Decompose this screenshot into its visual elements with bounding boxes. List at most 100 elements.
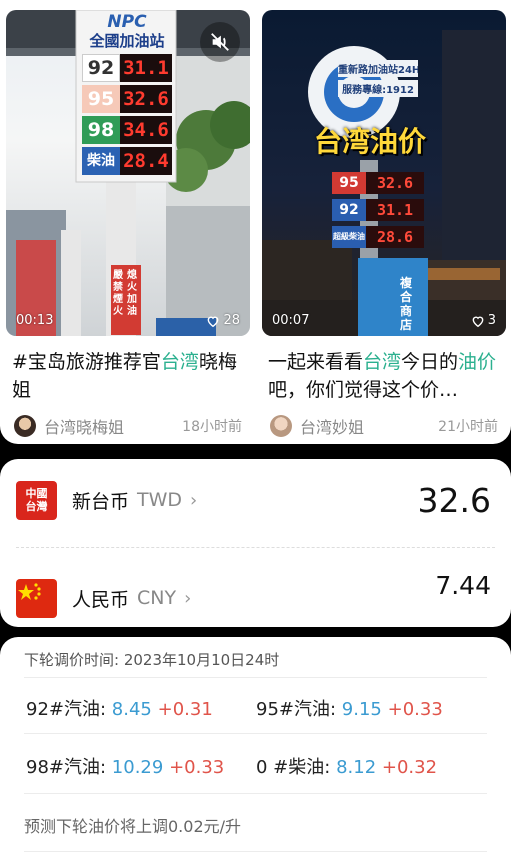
currency-value[interactable]: 32.6 bbox=[418, 481, 491, 520]
chevron-right-icon: › bbox=[184, 587, 192, 609]
sign-row: 超級柴油 28.6 bbox=[332, 226, 424, 248]
sign-price: 32.6 bbox=[366, 172, 424, 194]
currency-row-cny[interactable]: 人民币 CNY › 7.44 bbox=[0, 563, 511, 633]
oil-price-item: 95#汽油: 9.15 +0.33 bbox=[256, 695, 443, 721]
sign-row: 柴油 28.4 bbox=[82, 147, 172, 175]
exchange-rate-panel: 中國台灣 新台币 TWD › 32.6 人民币 CNY › 7.44 bbox=[0, 459, 511, 627]
divider bbox=[24, 851, 487, 852]
title-text: 今日的 bbox=[401, 351, 459, 373]
like-count[interactable]: 28 bbox=[206, 313, 240, 328]
sign-row: 98 34.6 bbox=[82, 116, 172, 144]
shop-sign: 複合商店 bbox=[400, 276, 413, 332]
currency-row-twd[interactable]: 中國台灣 新台币 TWD › 32.6 bbox=[0, 465, 511, 535]
divider bbox=[24, 793, 487, 794]
no-fire-sign-2: 熄火加油 bbox=[127, 270, 137, 317]
avatar[interactable] bbox=[270, 415, 292, 437]
chevron-right-icon: › bbox=[190, 489, 198, 511]
video-thumbnail[interactable]: NPC 全國加油站 92 31.1 95 32.6 98 34.6 柴油 28.… bbox=[6, 10, 250, 336]
no-fire-sign: 嚴禁煙火 bbox=[113, 270, 123, 317]
sign-price: 32.6 bbox=[120, 85, 172, 113]
avatar[interactable] bbox=[14, 415, 36, 437]
oil-price-item: 92#汽油: 8.45 +0.31 bbox=[26, 695, 213, 721]
oil-price-item: 98#汽油: 10.29 +0.33 bbox=[26, 753, 224, 779]
star-icon bbox=[18, 582, 41, 600]
sign-price: 31.1 bbox=[120, 54, 172, 82]
title-text: #宝岛旅游推荐官 bbox=[12, 351, 161, 373]
sign-price: 28.6 bbox=[366, 226, 424, 248]
fuel-label: 95#汽油: bbox=[256, 699, 337, 720]
fuel-delta: +0.32 bbox=[381, 757, 438, 778]
video-meta: 台湾晓梅姐 18小时前 bbox=[6, 414, 250, 438]
sign-grade: 98 bbox=[82, 116, 120, 144]
video-feed: NPC 全國加油站 92 31.1 95 32.6 98 34.6 柴油 28.… bbox=[0, 0, 511, 444]
oil-price-panel: 下轮调价时间: 2023年10月10日24时 92#汽油: 8.45 +0.31… bbox=[0, 637, 511, 863]
fuel-price: 10.29 bbox=[111, 757, 164, 778]
sign-row: 92 31.1 bbox=[332, 199, 424, 221]
video-duration: 00:07 bbox=[272, 313, 310, 328]
fuel-label: 0 #柴油: bbox=[256, 757, 331, 778]
video-duration: 00:13 bbox=[16, 313, 54, 328]
sign-price: 28.4 bbox=[120, 147, 172, 175]
sign-grade: 超級柴油 bbox=[332, 226, 366, 248]
author-name[interactable]: 台湾妙姐 bbox=[300, 414, 438, 438]
mute-button[interactable] bbox=[200, 22, 240, 62]
video-thumbnail[interactable]: 重新路加油站24H 服務專線:1912 台湾油价 95 32.6 92 31.1… bbox=[262, 10, 506, 336]
sign-row: 92 31.1 bbox=[82, 54, 172, 82]
gas-price-sign: 95 32.6 92 31.1 超級柴油 28.6 bbox=[332, 172, 424, 248]
currency-code: CNY bbox=[137, 587, 177, 609]
like-count[interactable]: 3 bbox=[471, 313, 496, 328]
divider bbox=[24, 677, 487, 678]
price-forecast: 预测下轮油价将上调0.02元/升 bbox=[24, 817, 242, 836]
sign-brand: NPC bbox=[107, 12, 147, 32]
sign-grade: 柴油 bbox=[82, 147, 120, 175]
currency-selector[interactable]: 新台币 TWD › bbox=[72, 487, 197, 514]
currency-name: 新台币 bbox=[72, 490, 130, 513]
flag-text: 中國台灣 bbox=[25, 487, 48, 513]
currency-name: 人民币 bbox=[72, 588, 130, 611]
fuel-label: 98#汽油: bbox=[26, 757, 107, 778]
title-keyword[interactable]: 台湾 bbox=[161, 351, 199, 373]
next-adjust-time: 下轮调价时间: 2023年10月10日24时 bbox=[24, 651, 280, 669]
video-card[interactable]: NPC 全國加油站 92 31.1 95 32.6 98 34.6 柴油 28.… bbox=[6, 10, 250, 444]
video-card[interactable]: 重新路加油站24H 服務專線:1912 台湾油价 95 32.6 92 31.1… bbox=[262, 10, 506, 444]
divider bbox=[16, 547, 495, 548]
fuel-delta: +0.31 bbox=[157, 699, 213, 720]
fuel-label: 92#汽油: bbox=[26, 699, 107, 720]
fuel-delta: +0.33 bbox=[387, 699, 443, 720]
video-title[interactable]: #宝岛旅游推荐官台湾晓梅姐 bbox=[6, 348, 250, 404]
title-text: 一起来看看 bbox=[268, 351, 364, 373]
sign-row: 95 32.6 bbox=[82, 85, 172, 113]
title-keyword[interactable]: 台湾 bbox=[363, 351, 401, 373]
mute-icon bbox=[211, 33, 229, 51]
sign-banner: 服務專線:1912 bbox=[338, 80, 418, 97]
sign-price: 31.1 bbox=[366, 199, 424, 221]
like-count-value: 3 bbox=[487, 313, 496, 328]
sign-grade: 92 bbox=[332, 199, 366, 221]
author-name[interactable]: 台湾晓梅姐 bbox=[44, 414, 182, 438]
sign-grade: 92 bbox=[82, 54, 120, 82]
sign-price: 34.6 bbox=[120, 116, 172, 144]
china-flag-icon bbox=[16, 578, 57, 618]
fuel-price: 9.15 bbox=[341, 699, 382, 720]
sign-grade: 95 bbox=[332, 172, 366, 194]
currency-selector[interactable]: 人民币 CNY › bbox=[72, 585, 191, 612]
currency-code: TWD bbox=[137, 489, 183, 511]
fuel-price: 8.45 bbox=[111, 699, 152, 720]
video-title[interactable]: 一起来看看台湾今日的油价吧，你们觉得这个价… bbox=[262, 348, 506, 404]
title-keyword[interactable]: 油价 bbox=[458, 351, 496, 373]
fuel-price: 8.12 bbox=[336, 757, 377, 778]
sign-station-name: 全國加油站 bbox=[89, 32, 165, 50]
currency-value[interactable]: 7.44 bbox=[435, 571, 491, 600]
divider bbox=[24, 733, 487, 734]
title-text: 吧，你们觉得这个价… bbox=[268, 379, 459, 401]
sign-row: 95 32.6 bbox=[332, 172, 424, 194]
gas-price-sign: 92 31.1 95 32.6 98 34.6 柴油 28.4 bbox=[82, 54, 172, 175]
oil-price-item: 0 #柴油: 8.12 +0.32 bbox=[256, 753, 437, 779]
video-caption-overlay: 台湾油价 bbox=[314, 125, 427, 158]
taiwan-flag-icon: 中國台灣 bbox=[16, 480, 57, 520]
post-time: 18小时前 bbox=[182, 419, 242, 435]
station-sign-top: 重新路加油站24H 服務專線:1912 bbox=[338, 60, 418, 97]
like-count-value: 28 bbox=[223, 313, 240, 328]
sign-grade: 95 bbox=[82, 85, 120, 113]
heart-icon bbox=[472, 316, 484, 327]
